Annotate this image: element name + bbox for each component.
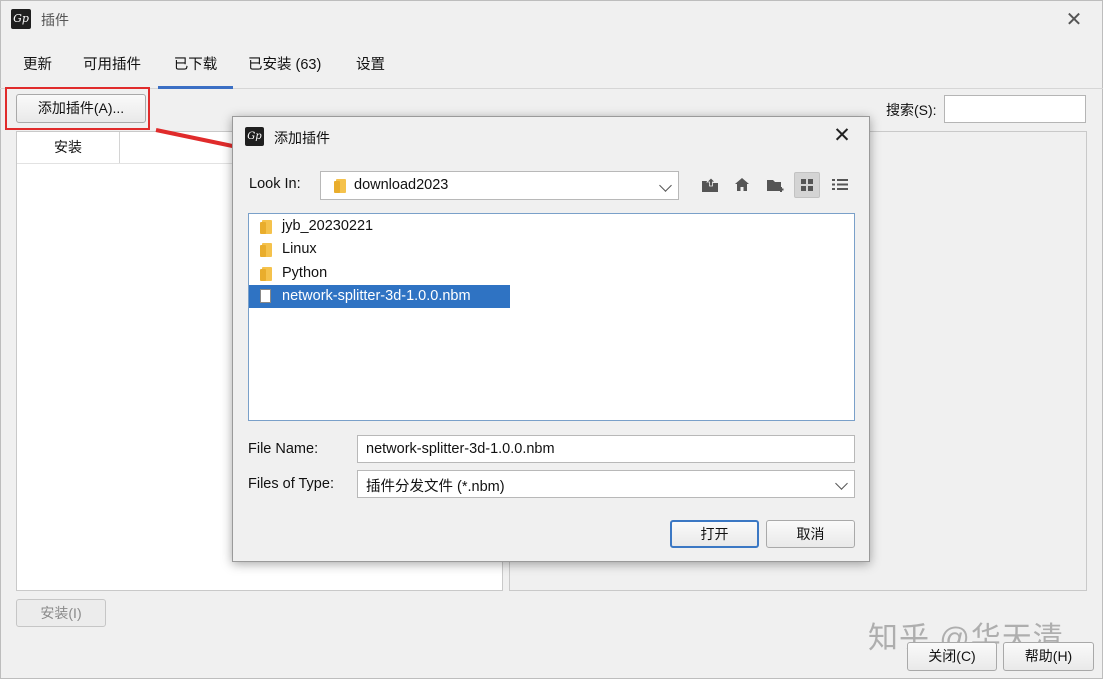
- dialog-title: 添加插件: [274, 130, 330, 146]
- file-name: network-splitter-3d-1.0.0.nbm: [282, 288, 471, 304]
- chevron-down-icon: [659, 178, 672, 192]
- file-name: jyb_20230221: [282, 218, 374, 234]
- grid-view-icon[interactable]: [794, 172, 820, 198]
- add-plugin-button[interactable]: 添加插件(A)...: [16, 94, 146, 123]
- list-view-icon[interactable]: [827, 172, 853, 198]
- add-plugin-dialog: Gp 添加插件 ✕ Look In: download2023 jyb_2023…: [232, 116, 870, 562]
- title-bar: Gp 插件 ✕: [0, 0, 1103, 40]
- search-label: 搜索(S):: [886, 102, 937, 118]
- look-in-label: Look In:: [249, 176, 301, 192]
- tab-available-plugins[interactable]: 可用插件: [83, 52, 141, 86]
- list-item-selected[interactable]: network-splitter-3d-1.0.0.nbm: [249, 285, 510, 308]
- new-folder-icon[interactable]: [762, 172, 788, 198]
- column-header-install[interactable]: 安装: [17, 132, 120, 164]
- folder-icon: [260, 220, 272, 234]
- file-name-label: File Name:: [248, 441, 319, 457]
- dialog-close-icon[interactable]: ✕: [829, 123, 855, 149]
- list-item[interactable]: jyb_20230221: [249, 215, 449, 238]
- tab-updates[interactable]: 更新: [23, 52, 52, 86]
- chevron-down-icon: [835, 477, 848, 490]
- list-item[interactable]: Python: [249, 262, 449, 285]
- cancel-button[interactable]: 取消: [766, 520, 855, 548]
- tab-downloaded[interactable]: 已下载: [158, 52, 233, 89]
- install-button[interactable]: 安装(I): [16, 599, 106, 627]
- file-icon: [260, 289, 271, 303]
- look-in-select[interactable]: download2023: [320, 171, 679, 200]
- close-button[interactable]: 关闭(C): [907, 642, 997, 671]
- tab-settings[interactable]: 设置: [356, 52, 385, 86]
- file-type-value: 插件分发文件 (*.nbm): [366, 479, 505, 495]
- file-list[interactable]: jyb_20230221 Linux Python network-splitt…: [248, 213, 855, 421]
- look-in-value: download2023: [354, 177, 449, 193]
- folder-icon: [260, 267, 272, 281]
- folder-icon: [260, 243, 272, 257]
- tab-installed[interactable]: 已安装 (63): [248, 52, 321, 86]
- file-type-label: Files of Type:: [248, 476, 334, 492]
- list-item[interactable]: Linux: [249, 238, 449, 261]
- app-logo-icon: Gp: [11, 9, 31, 29]
- file-name: Linux: [282, 241, 317, 257]
- home-icon[interactable]: [729, 172, 755, 198]
- folder-icon: [334, 179, 346, 193]
- file-name: Python: [282, 265, 328, 281]
- dialog-app-icon: Gp: [245, 127, 264, 146]
- help-button[interactable]: 帮助(H): [1003, 642, 1094, 671]
- open-button[interactable]: 打开: [670, 520, 759, 548]
- search-input[interactable]: [944, 95, 1086, 123]
- file-name-input[interactable]: network-splitter-3d-1.0.0.nbm: [357, 435, 855, 463]
- window-close-icon[interactable]: ✕: [1062, 8, 1086, 32]
- tab-bar: 更新 可用插件 已下载 已安装 (63) 设置: [0, 52, 1103, 89]
- window-title: 插件: [41, 12, 69, 28]
- file-type-select[interactable]: 插件分发文件 (*.nbm): [357, 470, 855, 498]
- up-folder-icon[interactable]: [697, 172, 723, 198]
